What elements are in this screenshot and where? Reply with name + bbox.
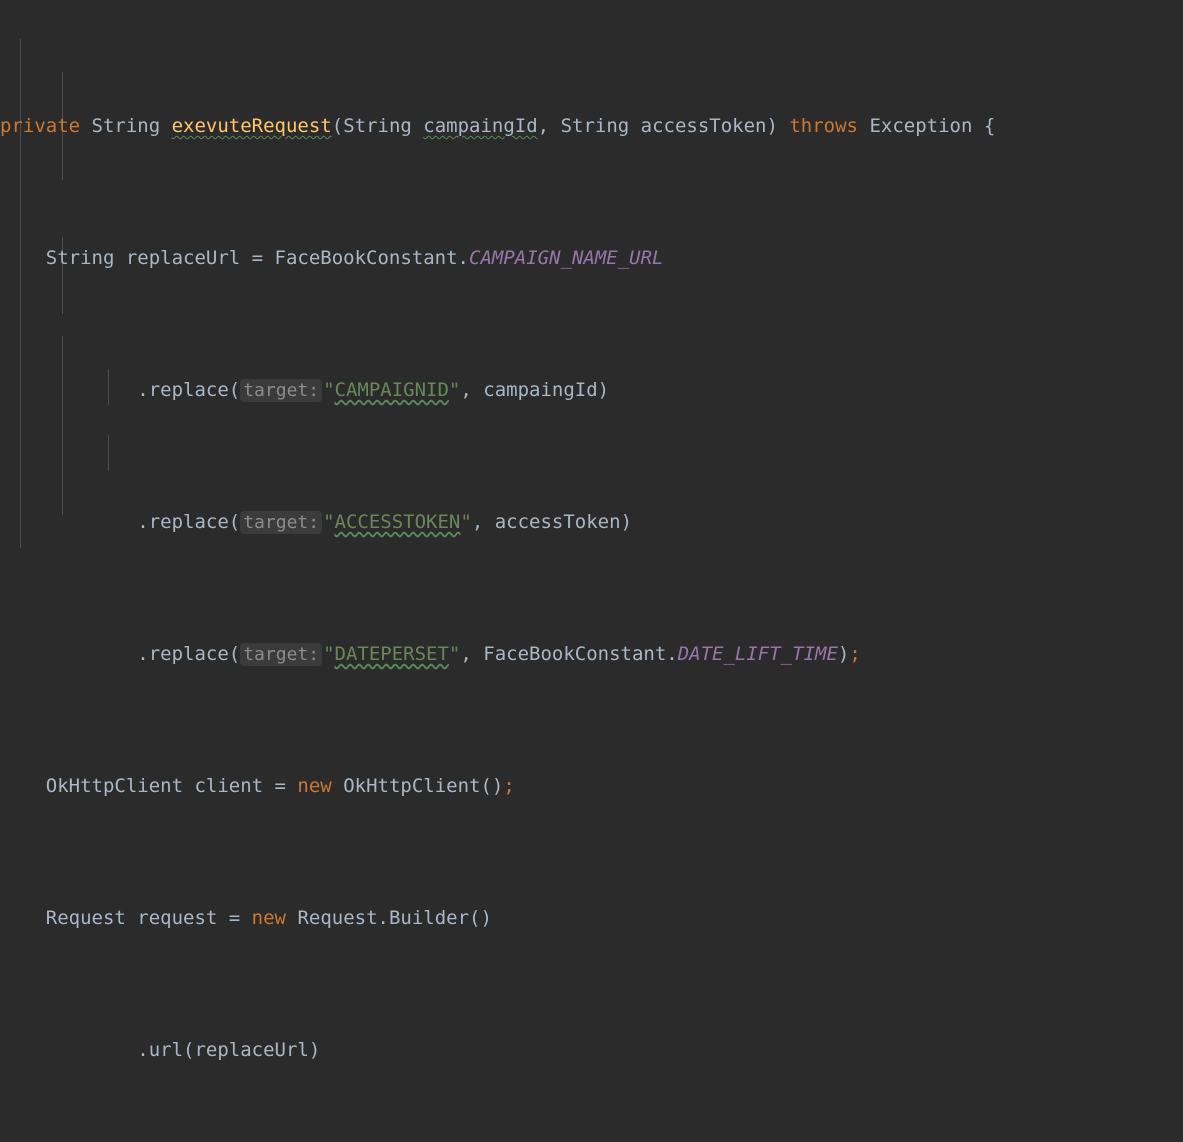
token-punc: , — [460, 379, 472, 401]
token-string: ACCESSTOKEN — [334, 511, 461, 533]
token-punc: , — [537, 115, 550, 137]
code-line[interactable]: .replace(target: "CAMPAIGNID", campaingId… — [0, 374, 995, 407]
token-punc: , — [471, 511, 484, 533]
token-semicolon: ; — [849, 643, 861, 665]
token-string: CAMPAIGNID — [334, 379, 449, 401]
token-punc: ) — [620, 511, 633, 533]
token-quote: " — [323, 643, 335, 665]
token-method-name: exevuteRequest — [171, 115, 332, 137]
token-punc: , — [460, 643, 472, 665]
code-content[interactable]: private String exevuteRequest(String cam… — [0, 11, 995, 1142]
inlay-hint-target[interactable]: target: — [240, 379, 323, 402]
token-param: campaingId — [423, 115, 538, 137]
token-text: OkHttpClient client = — [0, 775, 298, 797]
token-quote: " — [323, 379, 335, 401]
token-semicolon: ; — [503, 775, 515, 797]
token-keyword: new — [251, 907, 286, 929]
code-line[interactable]: private String exevuteRequest(String cam… — [0, 110, 995, 143]
token-quote: " — [448, 379, 461, 401]
token-text: .url(replaceUrl) — [0, 1039, 321, 1061]
token-keyword: new — [297, 775, 332, 797]
token-quote: " — [448, 643, 461, 665]
token-punc: ( — [331, 115, 344, 137]
token-text: .replace( — [0, 379, 241, 401]
token-text: Request.Builder() — [286, 907, 492, 929]
token-text: Exception — [858, 115, 984, 137]
token-text: String — [80, 115, 172, 137]
token-string: DATEPERSET — [334, 643, 449, 665]
token-text: FaceBookConstant. — [471, 643, 678, 665]
code-line[interactable]: OkHttpClient client = new OkHttpClient()… — [0, 770, 995, 803]
token-text: OkHttpClient() — [331, 775, 504, 797]
token-keyword: throws — [777, 115, 858, 137]
token-constant: CAMPAIGN_NAME_URL — [469, 247, 664, 269]
token-text: String replaceUrl = FaceBookConstant. — [0, 247, 469, 269]
token-keyword: private — [0, 115, 81, 137]
code-line[interactable]: .replace(target: "ACCESSTOKEN", accessTok… — [0, 506, 995, 539]
token-text: .replace( — [0, 511, 241, 533]
token-constant: DATE_LIFT_TIME — [677, 643, 838, 665]
token-punc: ) — [766, 115, 778, 137]
token-text: String accessToken — [549, 115, 767, 137]
token-brace: { — [983, 115, 996, 137]
code-line[interactable]: .replace(target: "DATEPERSET", FaceBookCo… — [0, 638, 995, 671]
code-line[interactable]: Request request = new Request.Builder() — [0, 902, 995, 935]
code-line[interactable]: String replaceUrl = FaceBookConstant.CAM… — [0, 242, 995, 275]
token-quote: " — [323, 511, 335, 533]
token-text: String — [343, 115, 424, 137]
token-punc: ) — [597, 379, 610, 401]
inlay-hint-target[interactable]: target: — [240, 643, 323, 666]
token-text: campaingId — [471, 379, 598, 401]
token-text: Request request = — [0, 907, 252, 929]
code-line[interactable]: .url(replaceUrl) — [0, 1034, 995, 1067]
token-text: .replace( — [0, 643, 241, 665]
token-quote: " — [460, 511, 472, 533]
token-text: accessToken — [483, 511, 621, 533]
token-punc: ) — [837, 643, 850, 665]
inlay-hint-target[interactable]: target: — [240, 511, 323, 534]
code-editor[interactable]: private String exevuteRequest(String cam… — [0, 0, 1183, 1061]
